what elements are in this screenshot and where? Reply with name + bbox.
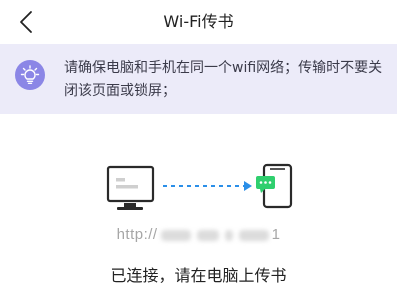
redacted-address [238, 229, 269, 241]
server-address-suffix: 1 [271, 226, 281, 243]
server-address-prefix: http:// [116, 226, 158, 243]
notice-text: 请确保电脑和手机在同一个wifi网络；传输时不要关闭该页面或锁屏； [64, 60, 383, 99]
desktop-computer-icon [106, 165, 155, 210]
phone-message-icon [256, 163, 293, 209]
connection-status: 已连接，请在电脑上传书 [110, 266, 287, 285]
redacted-address [196, 229, 219, 241]
back-button[interactable] [14, 9, 38, 35]
redacted-address [224, 229, 233, 241]
redacted-address [160, 229, 191, 241]
transfer-illustration [0, 160, 397, 220]
top-bar: Wi-Fi传书 [0, 0, 397, 44]
notice-banner: 请确保电脑和手机在同一个wifi网络；传输时不要关闭该页面或锁屏； [0, 44, 397, 114]
chevron-left-icon [20, 11, 32, 33]
page-title: Wi-Fi传书 [163, 12, 234, 31]
dashed-arrow-right-icon [163, 181, 252, 191]
server-address: http:// 1 [0, 226, 397, 246]
lightbulb-icon [15, 60, 45, 90]
